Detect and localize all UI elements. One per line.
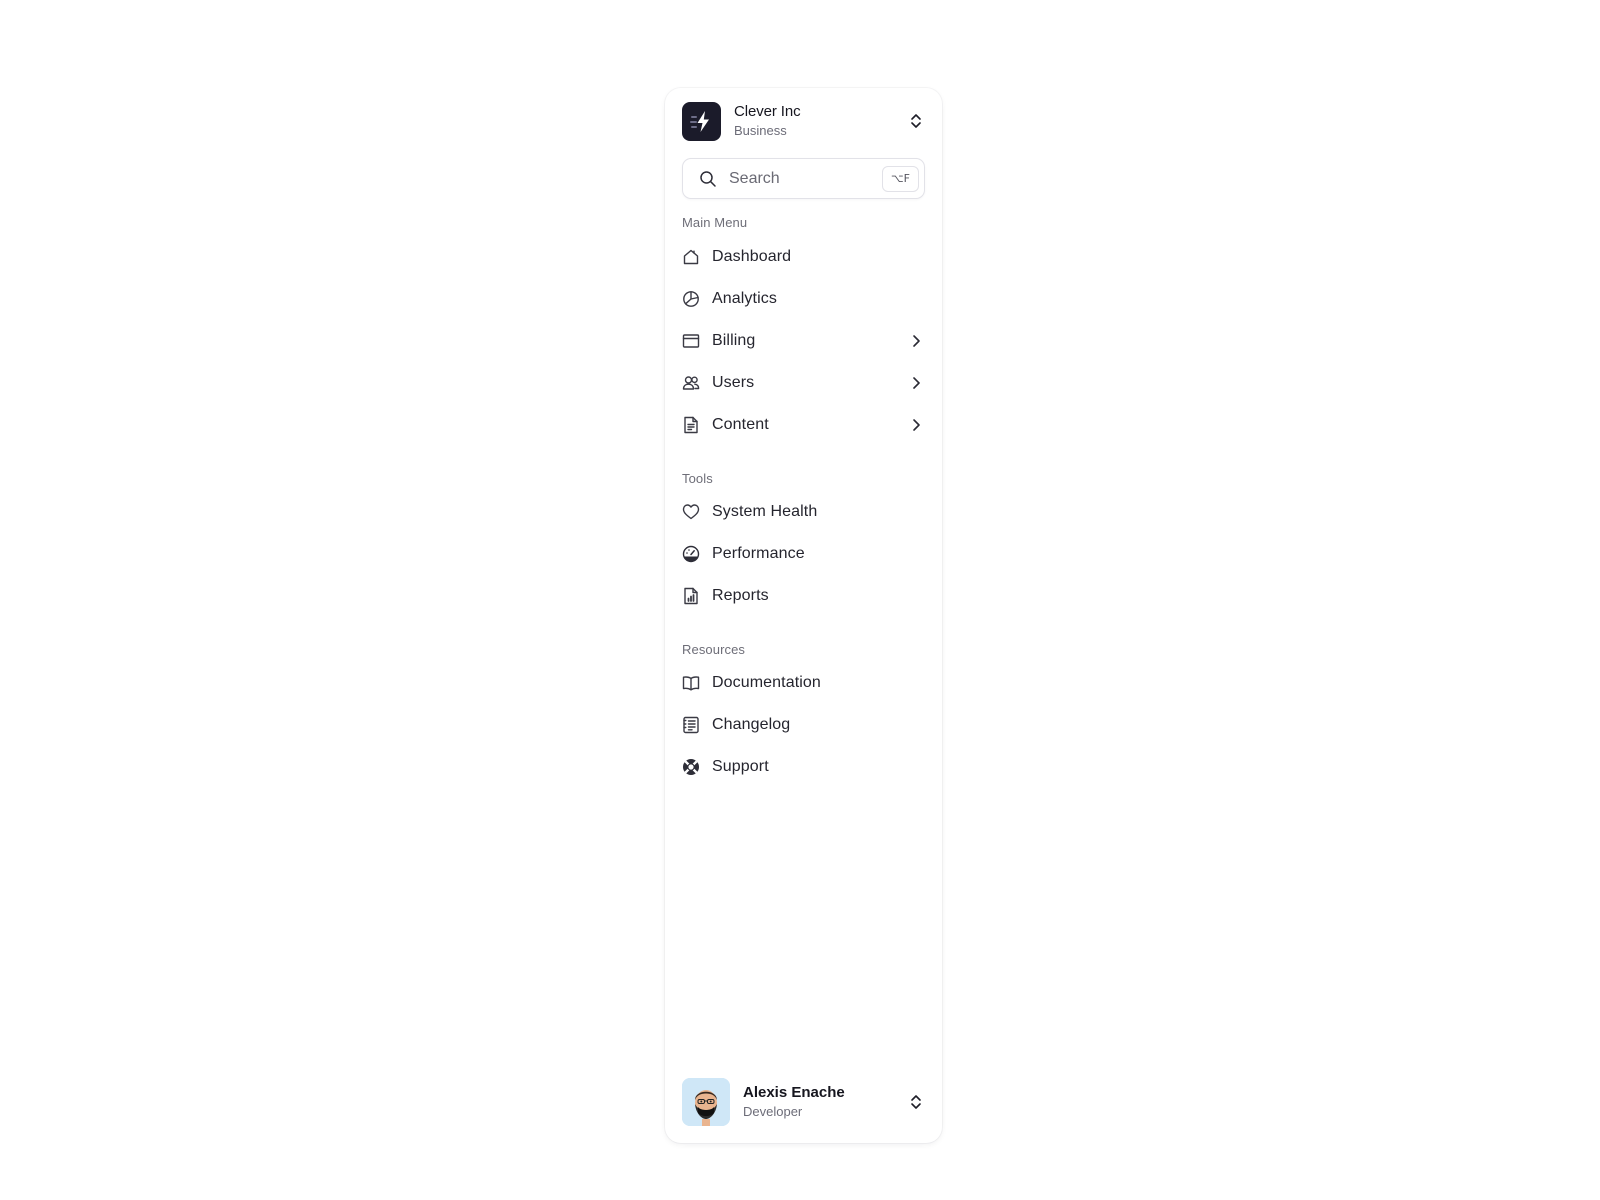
avatar	[682, 1078, 730, 1126]
pie-chart-icon	[682, 290, 700, 308]
chevron-up-down-icon[interactable]	[907, 1093, 925, 1111]
search-shortcut-badge: ⌥F	[881, 165, 919, 192]
sidebar-item-label: Users	[712, 374, 755, 391]
search-icon	[699, 170, 717, 188]
sidebar-item-billing[interactable]: Billing	[682, 324, 925, 358]
search-box[interactable]: ⌥F	[682, 158, 925, 199]
search-input[interactable]	[729, 169, 882, 188]
heart-icon	[682, 503, 700, 521]
report-icon	[682, 587, 700, 605]
sidebar-item-support[interactable]: Support	[682, 750, 925, 784]
sidebar-item-reports[interactable]: Reports	[682, 579, 925, 613]
sidebar-item-label: Documentation	[712, 674, 821, 691]
sidebar-item-analytics[interactable]: Analytics	[682, 282, 925, 316]
user-switcher[interactable]: Alexis Enache Developer	[682, 1078, 925, 1126]
avatar-image	[682, 1078, 730, 1126]
chevron-up-down-icon[interactable]	[907, 112, 925, 130]
changelog-icon	[682, 716, 700, 734]
sidebar-item-performance[interactable]: Performance	[682, 537, 925, 571]
sidebar-item-dashboard[interactable]: Dashboard	[682, 240, 925, 274]
section-label-tools: Tools	[682, 471, 713, 486]
gauge-icon	[682, 545, 700, 563]
sidebar-item-label: Analytics	[712, 290, 777, 307]
org-logo	[682, 101, 721, 141]
sidebar-item-label: Content	[712, 416, 769, 433]
user-role: Developer	[743, 1104, 803, 1119]
chevron-right-icon[interactable]	[909, 376, 923, 390]
sidebar-item-label: Reports	[712, 587, 769, 604]
org-plan: Business	[734, 123, 787, 138]
bolt-icon	[690, 110, 709, 132]
user-name: Alexis Enache	[743, 1084, 845, 1101]
sidebar-item-content[interactable]: Content	[682, 408, 925, 442]
org-name: Clever Inc	[734, 103, 801, 120]
sidebar-item-users[interactable]: Users	[682, 366, 925, 400]
sidebar-item-label: Changelog	[712, 716, 791, 733]
lifebuoy-icon	[682, 758, 700, 776]
section-label-main-menu: Main Menu	[682, 215, 748, 230]
credit-card-icon	[682, 332, 700, 350]
sidebar: Clever Inc Business ⌥F Main Menu Dashboa…	[665, 88, 942, 1143]
chevron-right-icon[interactable]	[909, 334, 923, 348]
home-icon	[682, 248, 700, 266]
users-icon	[682, 374, 700, 392]
sidebar-item-label: Billing	[712, 332, 756, 349]
sidebar-item-label: Dashboard	[712, 248, 792, 265]
chevron-right-icon[interactable]	[909, 418, 923, 432]
sidebar-item-label: Performance	[712, 545, 805, 562]
org-switcher[interactable]: Clever Inc Business	[682, 101, 925, 141]
sidebar-item-documentation[interactable]: Documentation	[682, 666, 925, 700]
document-icon	[682, 416, 700, 434]
book-icon	[682, 674, 700, 692]
section-label-resources: Resources	[682, 642, 746, 657]
sidebar-item-changelog[interactable]: Changelog	[682, 708, 925, 742]
sidebar-item-label: Support	[712, 758, 769, 775]
sidebar-item-label: System Health	[712, 503, 818, 520]
sidebar-item-system-health[interactable]: System Health	[682, 495, 925, 529]
